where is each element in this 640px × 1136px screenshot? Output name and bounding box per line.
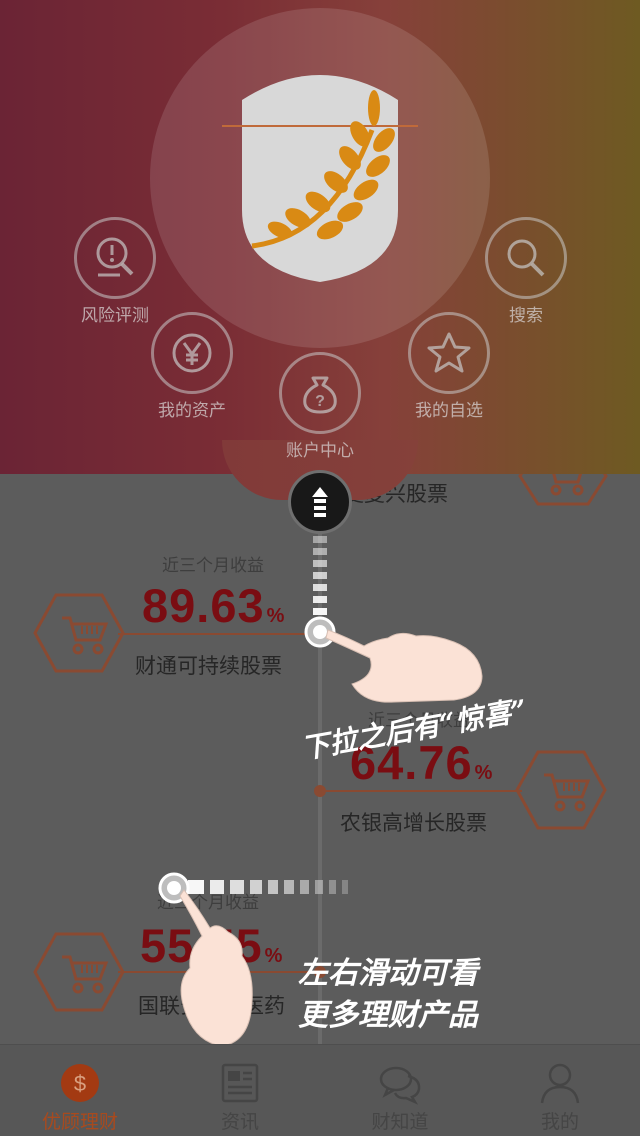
product-caption: 近三个月收益 xyxy=(162,556,264,575)
percent-sign: % xyxy=(264,945,284,967)
search-icon xyxy=(485,217,567,299)
menu-item-label: 我的自选 xyxy=(415,401,483,420)
tab-wealth[interactable]: $ 优顾理财 xyxy=(0,1045,160,1136)
product-title[interactable]: 财通可持续股票 xyxy=(135,650,282,680)
connector-line xyxy=(118,633,318,635)
menu-item-my-assets[interactable]: 我的资产 xyxy=(132,312,252,421)
connector-line xyxy=(322,790,522,792)
svg-text:$: $ xyxy=(74,1071,86,1096)
bottom-tab-bar: $ 优顾理财 资讯 财知道 我的 xyxy=(0,1044,640,1136)
risk-assessment-icon xyxy=(74,217,156,299)
tab-label: 资讯 xyxy=(220,1112,259,1133)
cart-icon[interactable] xyxy=(514,749,608,831)
chat-bubbles-icon xyxy=(379,1066,421,1105)
menu-item-account-center[interactable]: ? 账户中心 xyxy=(260,352,380,461)
product-return-value: 89.63% xyxy=(142,579,286,632)
tab-label: 优顾理财 xyxy=(41,1112,118,1133)
dollar-icon: $ xyxy=(61,1064,99,1102)
newspaper-icon xyxy=(221,1063,259,1103)
person-icon xyxy=(540,1063,580,1104)
percent-sign: % xyxy=(266,605,286,627)
tab-label: 我的 xyxy=(540,1112,579,1133)
cart-icon[interactable] xyxy=(32,931,126,1013)
svg-text:?: ? xyxy=(315,393,325,410)
percent-sign: % xyxy=(474,762,494,784)
pointing-hand-icon xyxy=(304,616,483,703)
money-bag-icon: ? xyxy=(279,352,361,434)
guide-overlay-screen: 华夏复兴股票 近三个月收益 89.63% 财通可持续股票 近三个月收益 64.7… xyxy=(0,0,640,1136)
menu-item-search[interactable]: 搜索 xyxy=(466,217,586,326)
menu-item-label: 账户中心 xyxy=(286,441,354,460)
product-title[interactable]: 农银高增长股票 xyxy=(340,807,487,837)
pointing-hand-icon xyxy=(158,872,253,1047)
tab-me[interactable]: 我的 xyxy=(480,1045,640,1136)
pull-down-handle[interactable] xyxy=(288,470,352,534)
tab-news[interactable]: 资讯 xyxy=(160,1045,320,1136)
star-icon xyxy=(408,312,490,394)
tab-knowledge[interactable]: 财知道 xyxy=(320,1045,480,1136)
menu-item-watchlist[interactable]: 我的自选 xyxy=(389,312,509,421)
tab-label: 财知道 xyxy=(371,1112,429,1133)
swipe-hint-line-2: 更多理财产品 xyxy=(298,998,478,1033)
menu-item-label: 我的资产 xyxy=(158,401,226,420)
cart-icon[interactable] xyxy=(32,592,126,674)
swipe-hint-line-1: 左右滑动可看 xyxy=(298,956,478,991)
menu-item-risk-assessment[interactable]: 风险评测 xyxy=(55,217,175,326)
wheat-shield-logo xyxy=(222,75,418,282)
yen-icon xyxy=(151,312,233,394)
